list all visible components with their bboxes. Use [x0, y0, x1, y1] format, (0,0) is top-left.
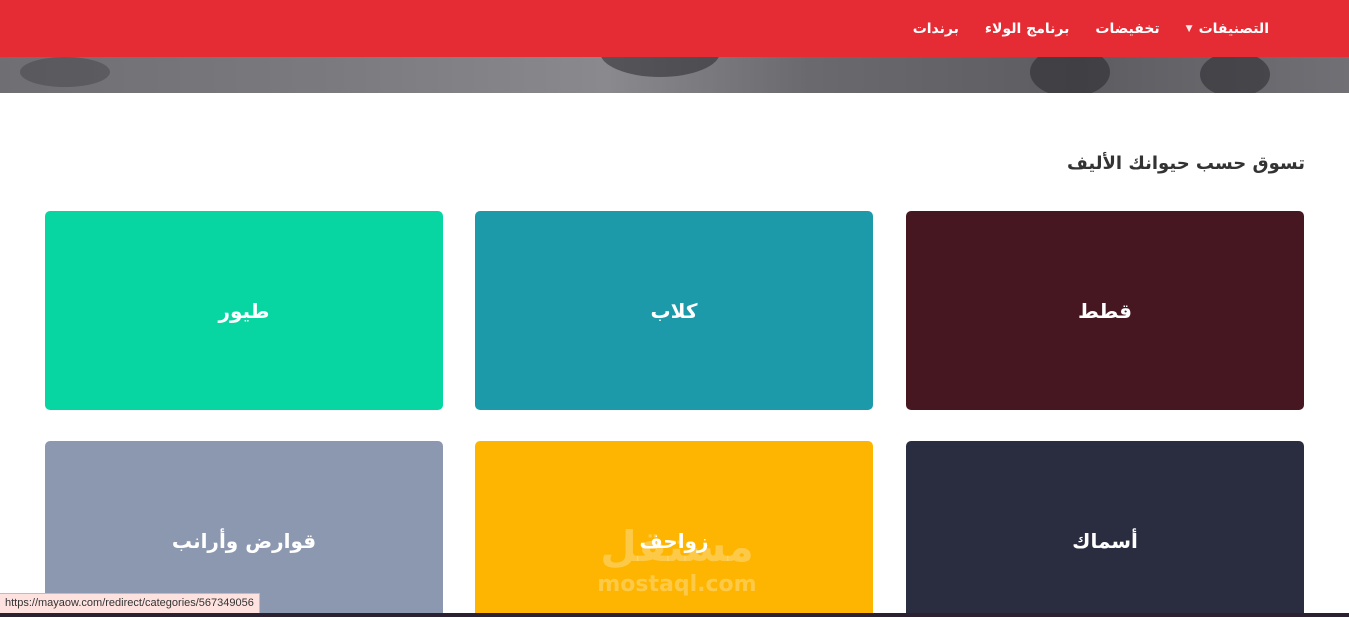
hero-banner-image	[0, 57, 1349, 93]
category-label: طيور	[218, 298, 270, 323]
status-bar-url: https://mayaow.com/redirect/categories/5…	[0, 593, 260, 614]
category-label: كلاب	[650, 298, 698, 323]
category-card-rodents-rabbits[interactable]: قوارض وأرانب	[45, 441, 443, 617]
section-title: تسوق حسب حيوانك الأليف	[1066, 153, 1305, 174]
nav-item-label: برندات	[912, 20, 959, 37]
bottom-divider	[0, 613, 1349, 617]
chevron-down-icon: ▼	[1185, 23, 1193, 34]
nav-item-discounts[interactable]: تخفيضات	[1095, 21, 1159, 37]
category-card-reptiles[interactable]: زواحف	[475, 441, 873, 617]
category-card-fish[interactable]: أسماك	[906, 441, 1304, 617]
nav-item-loyalty-program[interactable]: برنامج الولاء	[985, 21, 1070, 37]
category-label: أسماك	[1072, 528, 1138, 553]
nav-item-brands[interactable]: برندات	[913, 21, 959, 37]
category-card-cats[interactable]: قطط	[906, 211, 1304, 410]
category-label: قوارض وأرانب	[171, 528, 317, 553]
nav-item-categories[interactable]: التصنيفات ▼	[1186, 21, 1269, 37]
category-label: زواحف	[639, 528, 709, 553]
nav-item-label: التصنيفات	[1198, 20, 1269, 37]
category-label: قطط	[1078, 298, 1132, 323]
main-nav: التصنيفات ▼ تخفيضات برنامج الولاء برندات	[887, 0, 1269, 57]
top-navbar: التصنيفات ▼ تخفيضات برنامج الولاء برندات	[0, 0, 1349, 57]
category-card-birds[interactable]: طيور	[45, 211, 443, 410]
nav-item-label: برنامج الولاء	[984, 20, 1070, 37]
category-card-dogs[interactable]: كلاب	[475, 211, 873, 410]
nav-item-label: تخفيضات	[1095, 20, 1160, 37]
